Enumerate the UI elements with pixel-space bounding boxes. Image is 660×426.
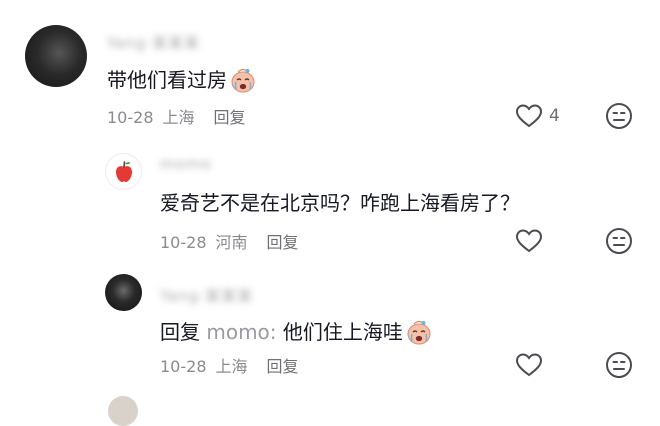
comment-location: 河南 [215,233,248,252]
username[interactable]: Yang·某某某 [107,32,200,53]
comment-meta: 10-28 上海 回复 [160,353,299,377]
reply-button[interactable]: 回复 [267,357,299,376]
comment-meta: 10-28 河南 回复 [160,229,299,253]
heart-outline-icon[interactable] [515,103,543,129]
like-button[interactable]: 4 [515,103,560,129]
comment-location: 上海 [215,357,248,376]
avatar[interactable] [108,396,138,426]
comment-date: 10-28 [160,233,207,252]
mention-link[interactable]: momo: [206,320,276,344]
neutral-face-icon[interactable] [605,102,633,130]
comment-text: 带他们看过房 [107,64,257,98]
comment-body: 他们住上海哇 [282,320,403,344]
comment-text: 爱奇艺不是在北京吗？咋跑上海看房了？ [160,191,520,215]
comment-text: 回复 momo: 他们住上海哇 [160,316,433,350]
username[interactable]: Yang·某某某 [160,285,253,306]
comment-body: 带他们看过房 [107,68,227,92]
username[interactable]: momo [160,155,212,173]
avatar[interactable] [105,153,142,190]
comment-date: 10-28 [160,357,207,376]
crying-face-emoji-icon [229,67,257,98]
comment-location: 上海 [162,108,195,127]
like-count: 4 [549,106,560,126]
comment-meta: 10-28 上海 回复 [107,104,246,128]
neutral-face-icon[interactable] [605,227,633,255]
reply-button[interactable]: 回复 [267,233,299,252]
reply-prefix: 回复 [160,320,200,344]
red-apple-icon [113,160,135,184]
comment-date: 10-28 [107,108,154,127]
avatar[interactable] [105,274,142,311]
crying-face-emoji-icon [405,319,433,350]
avatar[interactable] [25,25,87,87]
heart-outline-icon[interactable] [515,352,543,378]
heart-outline-icon[interactable] [515,228,543,254]
reply-button[interactable]: 回复 [214,108,246,127]
neutral-face-icon[interactable] [605,351,633,379]
